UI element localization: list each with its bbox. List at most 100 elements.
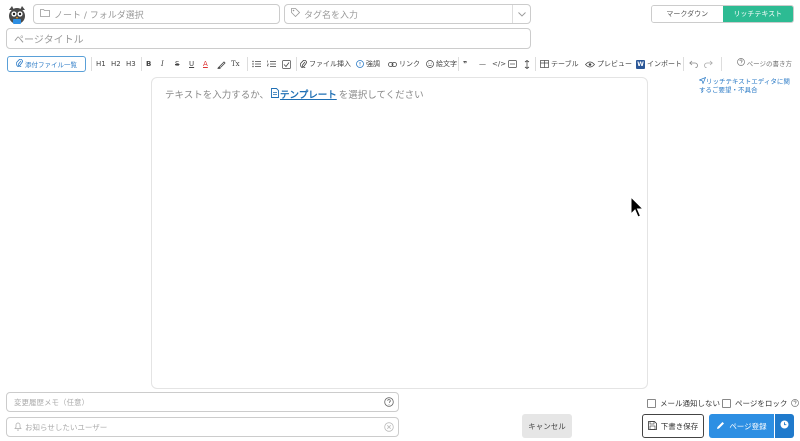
emphasis-button[interactable]: 強調: [356, 57, 380, 71]
link-button[interactable]: リンク: [388, 57, 420, 71]
register-page-label: ページ登録: [729, 421, 767, 431]
toolbar-divider: [535, 57, 536, 71]
mode-richtext-button[interactable]: リッチテキスト: [722, 6, 793, 22]
app-logo[interactable]: [6, 4, 28, 26]
rich-text-editor[interactable]: テキストを入力するか、 テンプレート を選択してください: [151, 77, 648, 389]
save-draft-button[interactable]: 下書き保存: [642, 414, 704, 438]
insert-file-label: ファイル挿入: [309, 60, 351, 68]
paperclip-icon: [16, 58, 23, 69]
attachments-button[interactable]: 添付ファイル一覧: [7, 56, 86, 72]
save-disk-icon: [647, 420, 657, 432]
folder-select[interactable]: ノート / フォルダ選択: [33, 4, 280, 24]
heading3-button[interactable]: H3: [126, 57, 136, 71]
toolbar-divider: [721, 57, 722, 71]
bold-button[interactable]: B: [146, 57, 151, 71]
no-mail-checkbox[interactable]: メール通知しない: [647, 398, 720, 409]
tag-input[interactable]: タグ名を入力: [284, 4, 531, 24]
mode-markdown-button[interactable]: マークダウン: [652, 6, 723, 22]
eye-icon: [585, 61, 595, 68]
toolbar-divider: [247, 57, 248, 71]
placeholder-text-after: を選択してください: [338, 90, 424, 101]
notify-users-input[interactable]: お知らせしたいユーザー: [6, 417, 399, 437]
folder-icon: [40, 8, 50, 20]
lock-page-label: ページをロック: [735, 399, 788, 408]
word-icon: W: [636, 59, 645, 69]
document-icon: [271, 87, 279, 101]
preview-button[interactable]: プレビュー: [585, 57, 632, 71]
question-circle-icon: [736, 58, 745, 68]
link-icon: [388, 61, 397, 68]
editor-mode-switch: マークダウン リッチテキスト: [651, 5, 794, 23]
strikethrough-button[interactable]: S: [175, 57, 179, 71]
lock-page-checkbox[interactable]: ページをロック: [722, 398, 800, 409]
underline-button[interactable]: U: [189, 57, 194, 71]
change-memo-input[interactable]: 変更履歴メモ（任意）: [6, 392, 399, 412]
register-page-button[interactable]: ページ登録: [709, 414, 774, 438]
heading1-button[interactable]: H1: [96, 57, 106, 71]
schedule-options-button[interactable]: [775, 414, 794, 438]
horizontal-rule-button[interactable]: —: [479, 57, 486, 71]
import-label: インポート: [647, 60, 682, 68]
clock-icon: [780, 420, 789, 432]
mouse-cursor-icon: [630, 195, 645, 221]
emphasis-label: 強調: [366, 60, 380, 68]
template-link-label: テンプレート: [280, 90, 337, 101]
preview-label: プレビュー: [597, 60, 632, 68]
notify-placeholder: お知らせしたいユーザー: [25, 422, 108, 432]
close-circle-icon[interactable]: [384, 422, 394, 434]
table-icon: [540, 60, 549, 68]
feedback-link[interactable]: リッチテキストエディタに関するご要望・不具合: [698, 76, 795, 94]
font-color-button[interactable]: A: [203, 57, 208, 71]
toolbar-divider: [683, 57, 684, 71]
checklist-icon[interactable]: [282, 57, 291, 71]
table-button[interactable]: テーブル: [540, 57, 579, 71]
clear-format-button[interactable]: Tx: [231, 57, 240, 71]
pencil-icon: [716, 421, 725, 432]
toolbar-divider: [91, 57, 92, 71]
question-circle-icon[interactable]: [791, 398, 800, 409]
editor-toolbar: 添付ファイル一覧 H1 H2 H3 B I S U A Tx ファイル挿入 強調: [0, 54, 800, 74]
title-placeholder: ページタイトル: [14, 35, 84, 46]
tag-icon: [291, 8, 301, 20]
page-help-label: ページの書き方: [746, 60, 792, 68]
memo-placeholder: 変更履歴メモ（任意）: [14, 397, 89, 407]
paperclip-icon: [300, 60, 307, 68]
checkbox-box[interactable]: [647, 399, 656, 408]
line-height-icon[interactable]: [524, 57, 530, 71]
import-button[interactable]: W インポート: [636, 57, 682, 71]
checkbox-box[interactable]: [722, 399, 731, 408]
no-mail-label: メール通知しない: [660, 399, 720, 408]
attachments-label: 添付ファイル一覧: [25, 61, 77, 69]
code-block-icon[interactable]: [508, 57, 517, 71]
insert-file-button[interactable]: ファイル挿入: [300, 57, 351, 71]
feedback-label: リッチテキストエディタに関するご要望・不具合: [699, 77, 790, 94]
folder-placeholder: ノート / フォルダ選択: [54, 10, 144, 21]
emoji-button[interactable]: 絵文字: [426, 57, 457, 71]
heading2-button[interactable]: H2: [111, 57, 121, 71]
italic-button[interactable]: I: [161, 57, 164, 71]
save-draft-label: 下書き保存: [660, 421, 699, 431]
redo-icon[interactable]: [704, 57, 713, 71]
chevron-down-icon[interactable]: [512, 5, 530, 23]
toolbar-divider: [458, 57, 459, 71]
send-icon: [698, 76, 707, 86]
question-circle-icon[interactable]: [384, 397, 394, 409]
template-link[interactable]: テンプレート: [271, 87, 337, 101]
page-help-link[interactable]: ページの書き方: [736, 58, 792, 68]
tag-placeholder: タグ名を入力: [304, 10, 359, 21]
highlighter-icon[interactable]: [217, 57, 226, 71]
numbered-list-icon[interactable]: [267, 57, 276, 71]
table-label: テーブル: [551, 60, 579, 68]
bullet-list-icon[interactable]: [252, 57, 261, 71]
toolbar-divider: [141, 57, 142, 71]
cancel-button[interactable]: キャンセル: [522, 414, 572, 438]
page-title-input[interactable]: ページタイトル: [6, 28, 531, 49]
undo-icon[interactable]: [689, 57, 698, 71]
code-button[interactable]: </>: [492, 57, 506, 71]
editor-placeholder: テキストを入力するか、 テンプレート を選択してください: [165, 87, 424, 101]
link-label: リンク: [399, 60, 420, 68]
quote-button[interactable]: ❞: [463, 57, 467, 71]
bell-icon: [14, 422, 22, 433]
smile-icon: [426, 60, 434, 68]
emoji-label: 絵文字: [436, 60, 457, 68]
